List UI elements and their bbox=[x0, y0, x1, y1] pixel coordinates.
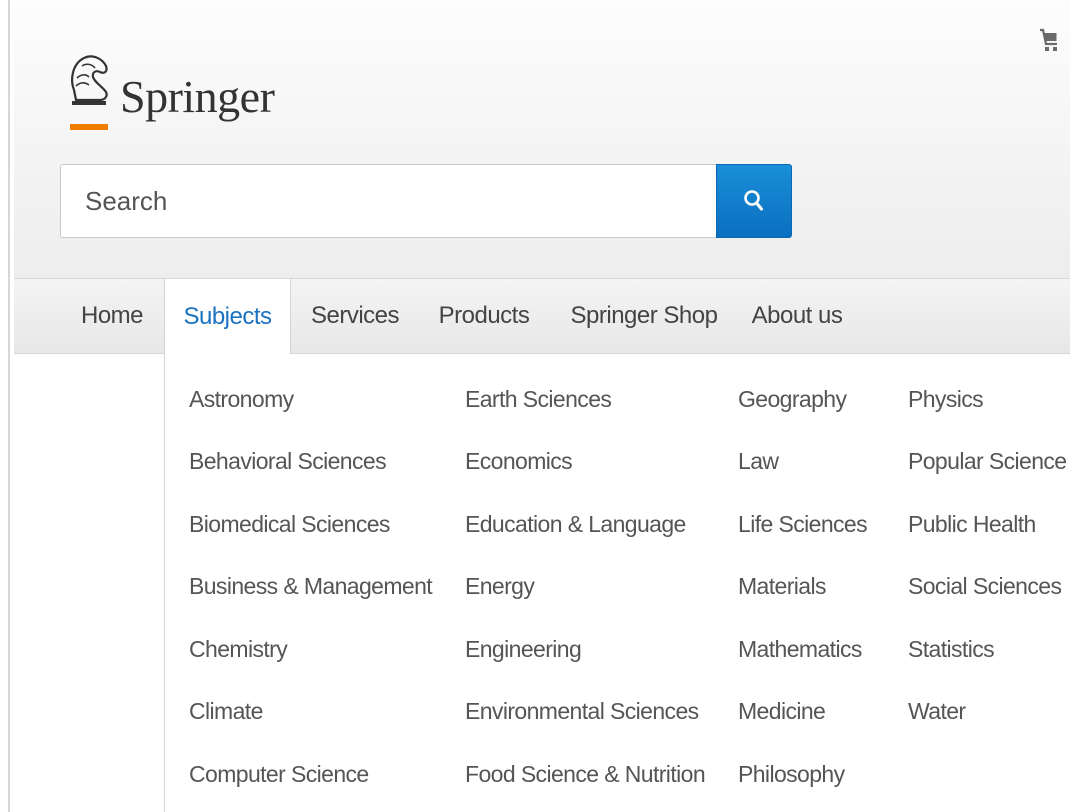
subject-link-mathematics[interactable]: Mathematics bbox=[738, 618, 867, 681]
subject-link-law[interactable]: Law bbox=[738, 431, 867, 494]
search-icon bbox=[744, 190, 763, 211]
subject-link-public-health[interactable]: Public Health bbox=[908, 493, 1067, 556]
tab-about-us[interactable]: About us bbox=[740, 279, 854, 353]
subject-link-education-language[interactable]: Education & Language bbox=[465, 493, 705, 556]
subject-link-medicine[interactable]: Medicine bbox=[738, 681, 867, 744]
search-input[interactable] bbox=[60, 164, 716, 238]
subject-link-philosophy[interactable]: Philosophy bbox=[738, 743, 867, 806]
subject-link-biomedical-sciences[interactable]: Biomedical Sciences bbox=[189, 493, 432, 556]
main-nav: Home Subjects Services Products Springer… bbox=[14, 279, 1070, 355]
subject-link-energy[interactable]: Energy bbox=[465, 556, 705, 619]
subject-link-engineering[interactable]: Engineering bbox=[465, 618, 705, 681]
subject-link-chemistry[interactable]: Chemistry bbox=[189, 618, 432, 681]
subject-link-life-sciences[interactable]: Life Sciences bbox=[738, 493, 868, 556]
search-bar bbox=[60, 164, 792, 240]
subject-link-food-science-nutrition[interactable]: Food Science & Nutrition bbox=[465, 743, 706, 806]
subject-link-popular-science[interactable]: Popular Science bbox=[908, 431, 1067, 494]
page-left-border bbox=[0, 0, 14, 812]
search-button[interactable] bbox=[716, 164, 792, 238]
subject-link-climate[interactable]: Climate bbox=[189, 681, 432, 744]
tab-services[interactable]: Services bbox=[296, 279, 414, 353]
subjects-column-3: Geography Law Life Sciences Materials Ma… bbox=[738, 368, 868, 806]
subjects-column-1: Astronomy Behavioral Sciences Biomedical… bbox=[189, 368, 433, 806]
subject-link-astronomy[interactable]: Astronomy bbox=[189, 368, 432, 431]
tab-springer-shop[interactable]: Springer Shop bbox=[564, 279, 724, 353]
subject-link-social-sciences[interactable]: Social Sciences bbox=[908, 556, 1067, 619]
subject-link-economics[interactable]: Economics bbox=[465, 431, 705, 494]
site-header: Springer bbox=[14, 0, 1070, 279]
subject-link-water[interactable]: Water bbox=[908, 681, 1067, 744]
springer-logo[interactable]: Springer bbox=[62, 50, 302, 132]
tab-subjects[interactable]: Subjects bbox=[164, 279, 291, 355]
subject-link-behavioral-sciences[interactable]: Behavioral Sciences bbox=[189, 431, 432, 494]
subjects-column-4: Physics Popular Science Public Health So… bbox=[908, 368, 1067, 743]
subject-link-geography[interactable]: Geography bbox=[738, 368, 867, 431]
subject-link-earth-sciences[interactable]: Earth Sciences bbox=[465, 368, 705, 431]
cart-icon[interactable] bbox=[1038, 28, 1060, 52]
subjects-column-2: Earth Sciences Economics Education & Lan… bbox=[465, 368, 706, 806]
subject-link-environmental-sciences[interactable]: Environmental Sciences bbox=[465, 681, 705, 744]
tab-products[interactable]: Products bbox=[424, 279, 544, 353]
subject-link-statistics[interactable]: Statistics bbox=[908, 618, 1067, 681]
subject-link-computer-science[interactable]: Computer Science bbox=[189, 743, 432, 806]
tab-home[interactable]: Home bbox=[64, 279, 160, 353]
chess-knight-logo-icon bbox=[70, 55, 108, 130]
subjects-menu: Astronomy Behavioral Sciences Biomedical… bbox=[164, 354, 1070, 812]
subject-link-physics[interactable]: Physics bbox=[908, 368, 1067, 431]
subject-link-business-management[interactable]: Business & Management bbox=[189, 556, 433, 619]
subject-link-materials[interactable]: Materials bbox=[738, 556, 867, 619]
brand-name: Springer bbox=[120, 71, 275, 122]
